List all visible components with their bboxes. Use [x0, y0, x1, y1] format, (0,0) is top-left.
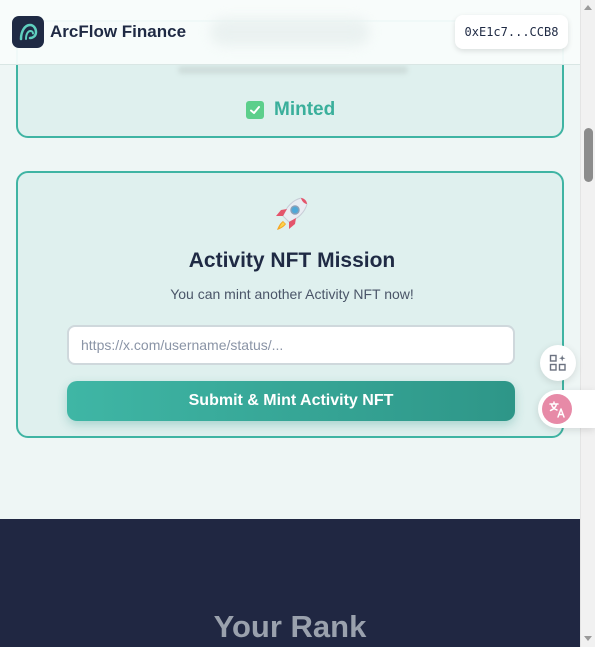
- arc-logo-icon: [19, 23, 38, 41]
- page-scrollbar[interactable]: [580, 0, 595, 647]
- rank-section: Your Rank: [0, 519, 580, 647]
- arcflow-logo[interactable]: [12, 16, 44, 48]
- page: Minted Activity NFT Mission You can mint…: [0, 0, 580, 647]
- top-header: ArcFlow Finance 0xE1c7...CCB8: [0, 0, 580, 65]
- wallet-address-button[interactable]: 0xE1c7...CCB8: [455, 15, 568, 49]
- rank-title: Your Rank: [213, 609, 367, 644]
- submit-mint-button[interactable]: Submit & Mint Activity NFT: [67, 381, 515, 421]
- mission-title: Activity NFT Mission: [188, 249, 396, 272]
- activity-mission-card: Activity NFT Mission You can mint anothe…: [16, 171, 564, 438]
- scroll-down-arrow-icon[interactable]: [584, 636, 592, 641]
- scroll-up-arrow-icon[interactable]: [584, 5, 592, 10]
- rocket-icon: [271, 194, 311, 239]
- apps-sparkle-button[interactable]: [540, 345, 576, 381]
- scrollbar-thumb[interactable]: [584, 128, 593, 182]
- header-nav-blurred: [210, 18, 370, 46]
- apps-sparkle-icon: [549, 354, 566, 371]
- tweet-url-input[interactable]: [67, 325, 515, 365]
- minted-status: Minted: [246, 98, 335, 122]
- check-icon: [246, 101, 264, 119]
- faded-text-line: [178, 66, 408, 74]
- brand-name[interactable]: ArcFlow Finance: [50, 22, 186, 42]
- translate-widget[interactable]: [538, 390, 595, 428]
- mission-subtitle: You can mint another Activity NFT now!: [170, 286, 414, 302]
- minted-label: Minted: [274, 99, 336, 120]
- translate-icon: [542, 394, 572, 424]
